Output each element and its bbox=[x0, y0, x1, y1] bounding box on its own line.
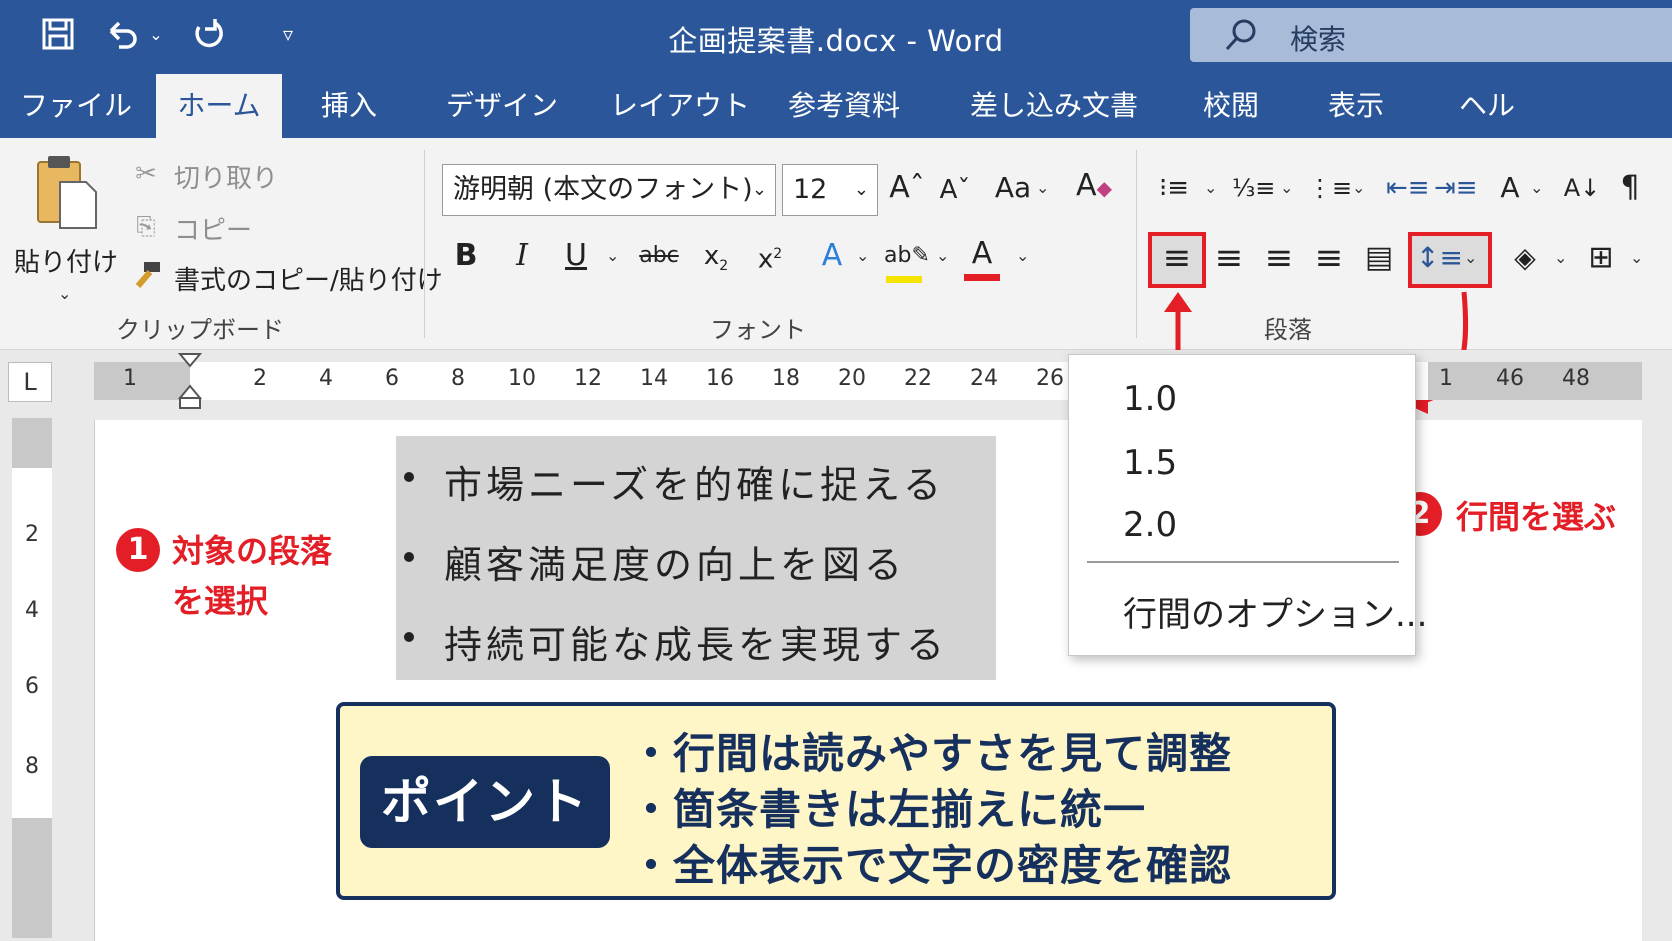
ruler-margin-right bbox=[1428, 362, 1642, 400]
ruler-tick: 46 bbox=[1496, 366, 1524, 391]
line-spacing-menu: 1.0 1.5 2.0 行間のオプション... bbox=[1068, 354, 1427, 656]
vruler-margin-top bbox=[12, 418, 52, 468]
bullet-item[interactable]: 顧客満足度の向上を図る bbox=[396, 534, 996, 587]
ruler-tick: 22 bbox=[904, 366, 932, 391]
ruler-tick: 10 bbox=[508, 366, 536, 391]
tab-selector[interactable]: L bbox=[8, 362, 52, 402]
step-1-text-line-2: を選択 bbox=[172, 582, 269, 620]
point-label: ポイント bbox=[360, 756, 610, 848]
ruler-tick: 8 bbox=[451, 366, 465, 391]
bullet-dot bbox=[404, 552, 414, 562]
step-2-text: 行間を選ぶ bbox=[1456, 498, 1617, 536]
ruler-margin-left bbox=[94, 362, 190, 400]
bullet-text: 顧客満足度の向上を図る bbox=[444, 543, 907, 587]
line-spacing-option-2-0[interactable]: 2.0 bbox=[1123, 505, 1177, 545]
horizontal-ruler-area: L 1 2 4 6 8 10 12 14 16 18 20 22 24 26 1… bbox=[0, 350, 1672, 409]
vertical-ruler[interactable]: 2 4 6 8 bbox=[12, 418, 52, 938]
vruler-tick: 8 bbox=[25, 754, 39, 779]
bullet-text: 持続可能な成長を実現する bbox=[444, 623, 949, 667]
ruler-tick: 14 bbox=[640, 366, 668, 391]
ruler-tick: 12 bbox=[574, 366, 602, 391]
bullet-dot bbox=[404, 472, 414, 482]
line-spacing-option-1-0[interactable]: 1.0 bbox=[1123, 379, 1177, 419]
ruler-tick: 1 bbox=[123, 366, 137, 391]
ruler-tick: 4 bbox=[319, 366, 333, 391]
bullet-text: 市場ニーズを的確に捉える bbox=[444, 463, 945, 507]
ruler-tick: 24 bbox=[970, 366, 998, 391]
point-line: ・箇条書きは左揃えに統一 bbox=[630, 785, 1147, 834]
ruler-tick: 6 bbox=[385, 366, 399, 391]
ruler-tick: 18 bbox=[772, 366, 800, 391]
bullet-item[interactable]: 市場ニーズを的確に捉える bbox=[396, 454, 996, 507]
menu-separator bbox=[1087, 561, 1399, 563]
point-callout: ポイント ・行間は読みやすさを見て調整 ・箇条書きは左揃えに統一 ・全体表示で文… bbox=[336, 702, 1336, 900]
step-1-badge: 1 bbox=[116, 528, 160, 572]
ruler-tick: 2 bbox=[253, 366, 267, 391]
ruler-tick: 20 bbox=[838, 366, 866, 391]
vruler-margin-bottom bbox=[12, 818, 52, 938]
vruler-tick: 2 bbox=[25, 522, 39, 547]
bullet-item[interactable]: 持続可能な成長を実現する bbox=[396, 614, 996, 667]
bullet-dot bbox=[404, 632, 414, 642]
ruler-tick: 26 bbox=[1036, 366, 1064, 391]
point-line: ・全体表示で文字の密度を確認 bbox=[630, 841, 1233, 890]
point-line: ・行間は読みやすさを見て調整 bbox=[630, 729, 1233, 778]
vruler-tick: 6 bbox=[25, 674, 39, 699]
ruler-tick: 1 bbox=[1439, 366, 1453, 391]
word-window: ⌄ ▿ 企画提案書.docx - Word 検索 ファイル ホーム 挿入 デザイ… bbox=[0, 0, 1672, 941]
vruler-tick: 4 bbox=[25, 598, 39, 623]
indent-markers[interactable] bbox=[178, 352, 202, 410]
line-spacing-option-1-5[interactable]: 1.5 bbox=[1123, 443, 1177, 483]
ruler-tick: 16 bbox=[706, 366, 734, 391]
step-1-text-line-1: 対象の段落 bbox=[172, 532, 333, 570]
ruler-tick: 48 bbox=[1562, 366, 1590, 391]
line-spacing-options-item[interactable]: 行間のオプション... bbox=[1123, 587, 1427, 636]
